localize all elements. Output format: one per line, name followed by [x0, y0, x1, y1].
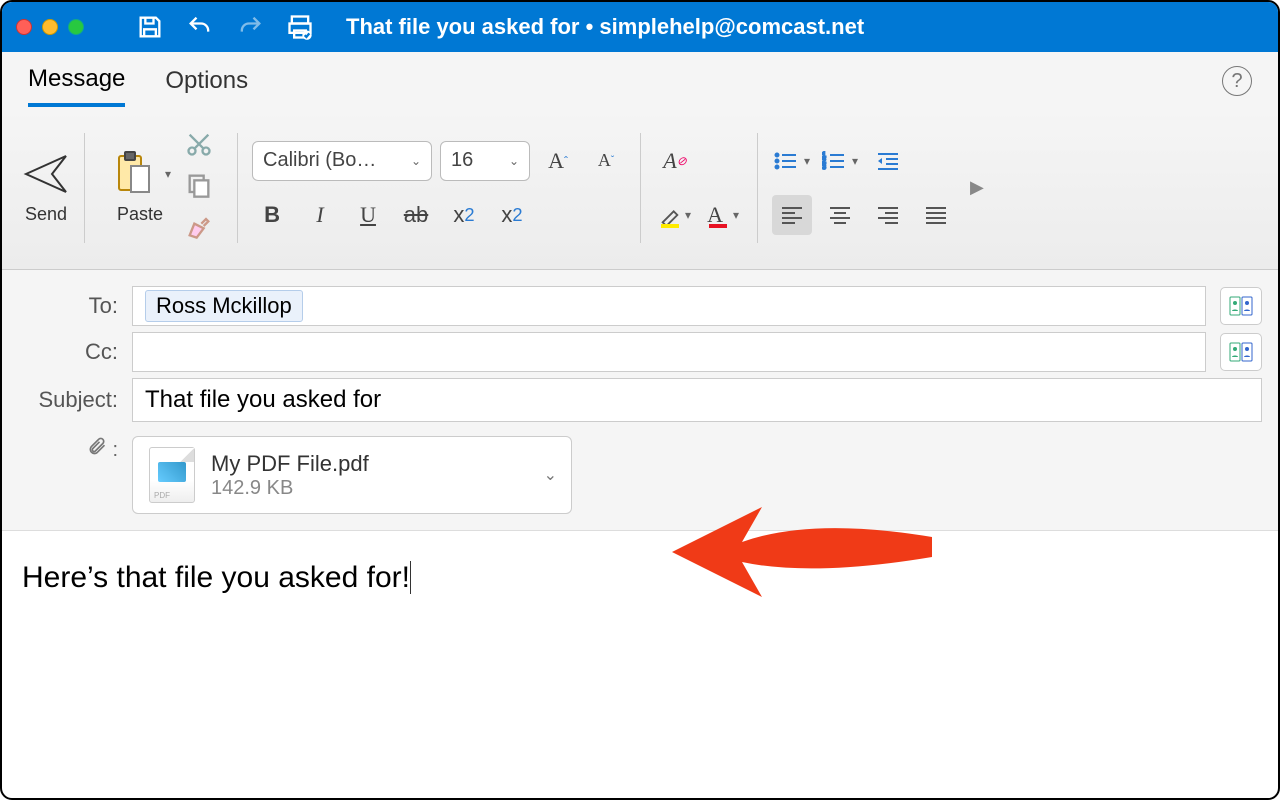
font-family-value: Calibri (Bo… [263, 149, 376, 172]
recipient-chip[interactable]: Ross Mckillop [145, 290, 303, 322]
chevron-down-icon: ▾ [804, 154, 810, 168]
decrease-indent-button[interactable] [868, 141, 908, 181]
font-family-select[interactable]: Calibri (Bo… ⌄ [252, 141, 432, 181]
to-field[interactable]: Ross Mckillop [132, 286, 1206, 326]
tab-message[interactable]: Message [28, 55, 125, 107]
justify-button[interactable] [916, 195, 956, 235]
clipboard-group: ▾ Paste [99, 130, 223, 245]
align-left-button[interactable] [772, 195, 812, 235]
address-book-to-button[interactable] [1220, 287, 1262, 325]
titlebar-quick-actions [136, 13, 314, 41]
chevron-down-icon: ▾ [165, 167, 171, 181]
highlight-color-button[interactable]: ▾ [655, 195, 695, 235]
svg-text:3: 3 [822, 164, 826, 171]
align-center-button[interactable] [820, 195, 860, 235]
grow-font-button[interactable]: Aˆ [538, 141, 578, 181]
chevron-down-icon: ▾ [852, 154, 858, 168]
window-controls [16, 19, 84, 35]
clear-formatting-button[interactable]: A⊘ [655, 141, 695, 181]
zoom-window-button[interactable] [68, 19, 84, 35]
font-size-value: 16 [451, 149, 473, 172]
send-label: Send [25, 204, 67, 225]
bold-button[interactable]: B [252, 195, 292, 235]
font-size-select[interactable]: 16 ⌄ [440, 141, 530, 181]
underline-button[interactable]: U [348, 195, 388, 235]
body-text: Here’s that file you asked for! [22, 561, 410, 594]
shrink-font-button[interactable]: Aˇ [586, 141, 626, 181]
strikethrough-button[interactable]: ab [396, 195, 436, 235]
chevron-down-icon: ⌄ [509, 154, 519, 168]
close-window-button[interactable] [16, 19, 32, 35]
cc-label: Cc: [18, 339, 118, 365]
chevron-down-icon: ▾ [733, 208, 739, 222]
tab-options[interactable]: Options [165, 57, 248, 105]
subject-label: Subject: [18, 387, 118, 413]
redo-icon[interactable] [236, 13, 264, 41]
window-title: That file you asked for • simplehelp@com… [346, 14, 864, 40]
copy-icon[interactable] [185, 171, 213, 204]
italic-button[interactable]: I [300, 195, 340, 235]
minimize-window-button[interactable] [42, 19, 58, 35]
send-button[interactable]: Send [22, 150, 70, 225]
superscript-button[interactable]: x2 [492, 195, 532, 235]
paperclip-icon [87, 439, 113, 461]
bullets-button[interactable]: ▾ [772, 141, 812, 181]
subscript-button[interactable]: x2 [444, 195, 484, 235]
compose-window: That file you asked for • simplehelp@com… [0, 0, 1280, 800]
ribbon: Send ▾ Paste Calibri (Bo… ⌄ [2, 110, 1278, 270]
align-right-button[interactable] [868, 195, 908, 235]
ribbon-tabs: Message Options ? [2, 52, 1278, 110]
help-button[interactable]: ? [1222, 66, 1252, 96]
message-header: To: Ross Mckillop Cc: Subject: : [2, 270, 1278, 531]
message-body[interactable]: Here’s that file you asked for! [2, 531, 1278, 625]
numbering-button[interactable]: 123 ▾ [820, 141, 860, 181]
save-icon[interactable] [136, 13, 164, 41]
file-thumbnail-icon [149, 447, 195, 503]
font-group: Calibri (Bo… ⌄ 16 ⌄ Aˆ Aˇ B I U ab x2 x2 [252, 141, 626, 235]
titlebar: That file you asked for • simplehelp@com… [2, 2, 1278, 52]
format-painter-icon[interactable] [185, 212, 213, 245]
cut-icon[interactable] [185, 130, 213, 163]
to-label: To: [18, 293, 118, 319]
undo-icon[interactable] [186, 13, 214, 41]
paste-button[interactable]: ▾ Paste [109, 150, 171, 225]
cc-field[interactable] [132, 332, 1206, 372]
chevron-down-icon: ▾ [685, 208, 691, 222]
attachment-label: : [18, 436, 118, 462]
print-icon[interactable] [286, 13, 314, 41]
subject-input[interactable] [132, 378, 1262, 422]
attachment-options-button[interactable]: ⌄ [544, 465, 557, 485]
paragraph-group: ▾ 123 ▾ [772, 141, 956, 235]
address-book-cc-button[interactable] [1220, 333, 1262, 371]
font-color-button[interactable]: A ▾ [703, 195, 743, 235]
chevron-down-icon: ⌄ [411, 154, 421, 168]
attachment-item[interactable]: My PDF File.pdf 142.9 KB ⌄ [132, 436, 572, 514]
ribbon-overflow-button[interactable]: ▶ [966, 177, 988, 198]
paste-label: Paste [117, 204, 163, 225]
attachment-filesize: 142.9 KB [211, 477, 369, 500]
color-group: A⊘ ▾ A ▾ [655, 141, 743, 235]
attachment-filename: My PDF File.pdf [211, 451, 369, 477]
